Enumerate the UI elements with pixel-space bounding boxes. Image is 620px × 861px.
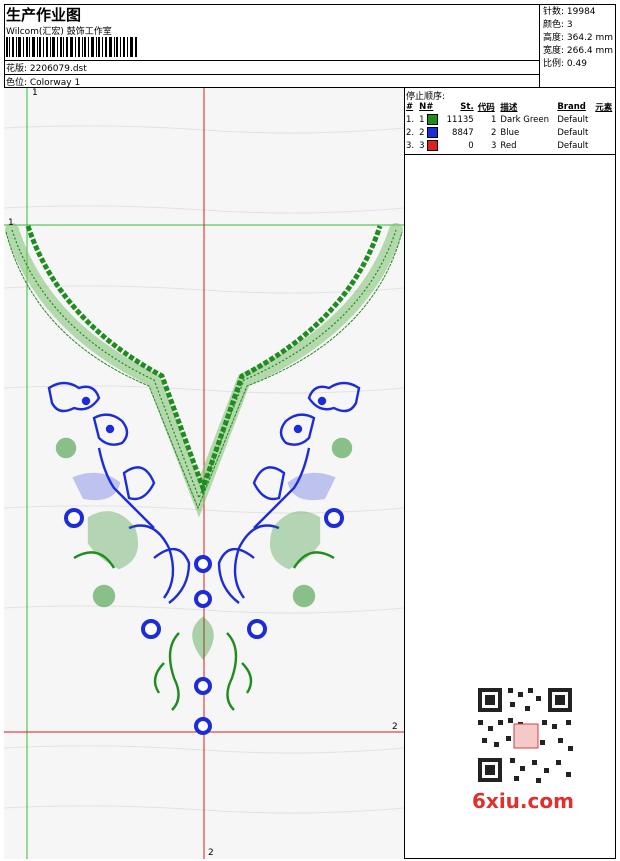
row-code: 1 [490, 114, 497, 125]
col-header: 描述 [500, 102, 518, 113]
design-height: 高度: 364.2 mm [543, 33, 614, 43]
row-brand: Default [557, 127, 589, 138]
colorway: 色位: Colorway 1 [6, 78, 81, 88]
table-row: 1. 1 11135 1 Dark Green Default [404, 113, 616, 126]
row-element [593, 139, 616, 152]
guide-label-right: 2 [392, 722, 398, 732]
stitch-count: 针数: 19984 [543, 7, 596, 17]
color-swatch [427, 140, 439, 151]
row-description: Dark Green [500, 114, 550, 125]
embroidery-canvas [4, 88, 404, 859]
row-index: 3. [406, 140, 415, 151]
watermark-text: 6xiu.com [472, 789, 574, 813]
color-swatch [427, 114, 439, 125]
col-header: Brand [557, 101, 586, 112]
header-divider [4, 74, 540, 75]
color-count: 颜色: 3 [543, 20, 573, 30]
design-width: 宽度: 266.4 mm [543, 46, 614, 56]
row-stitches: 8847 [452, 127, 474, 138]
row-element [593, 113, 616, 126]
seal-stamp [513, 723, 539, 749]
col-header: # [406, 101, 414, 112]
row-description: Red [500, 140, 517, 151]
row-code: 2 [490, 127, 497, 138]
color-swatch [427, 127, 439, 138]
qr-code [470, 680, 580, 790]
col-header: N# [419, 101, 434, 112]
guide-label-top: 1 [32, 88, 38, 98]
col-header: 代码 [477, 102, 495, 113]
center-green-motif [153, 616, 253, 711]
guide-label-left: 1 [8, 218, 14, 228]
right-blue-flowers [217, 381, 361, 604]
row-stitches: 11135 [446, 114, 474, 125]
row-brand: Default [557, 140, 589, 151]
design-scale: 比例: 0.49 [543, 59, 587, 69]
row-number: 3 [419, 141, 425, 151]
row-brand: Default [557, 114, 589, 125]
page-title: 生产作业图 [6, 6, 82, 24]
col-header: 元素 [595, 102, 613, 113]
table-bottom-rule [404, 154, 616, 155]
row-index: 2. [406, 127, 415, 138]
company-name: Wilcom(汇宏) 鼓饰工作室 [6, 27, 112, 37]
barcode [6, 37, 137, 57]
col-header: St. [460, 101, 474, 112]
table-row: 3. 3 0 3 Red Default [404, 139, 616, 152]
table-row: 2. 2 8847 2 Blue Default [404, 126, 616, 139]
row-stitches: 0 [468, 140, 474, 151]
row-code: 3 [490, 140, 497, 151]
row-description: Blue [500, 127, 520, 138]
guide-label-bottom: 2 [208, 848, 214, 858]
row-number: 2 [419, 128, 425, 138]
design-file: 花版: 2206079.dst [6, 64, 87, 74]
row-index: 1. [406, 114, 415, 125]
table-header-row: # N# St. 代码 描述 Brand 元素 [404, 100, 616, 113]
row-element [593, 126, 616, 139]
design-preview: 1 1 2 2 [4, 88, 405, 859]
stats-panel: 针数: 19984 颜色: 3 高度: 364.2 mm 宽度: 266.4 m… [539, 4, 616, 88]
row-number: 1 [419, 115, 425, 125]
stop-sequence-table: # N# St. 代码 描述 Brand 元素 1. 1 11135 1 Dar… [404, 100, 616, 152]
